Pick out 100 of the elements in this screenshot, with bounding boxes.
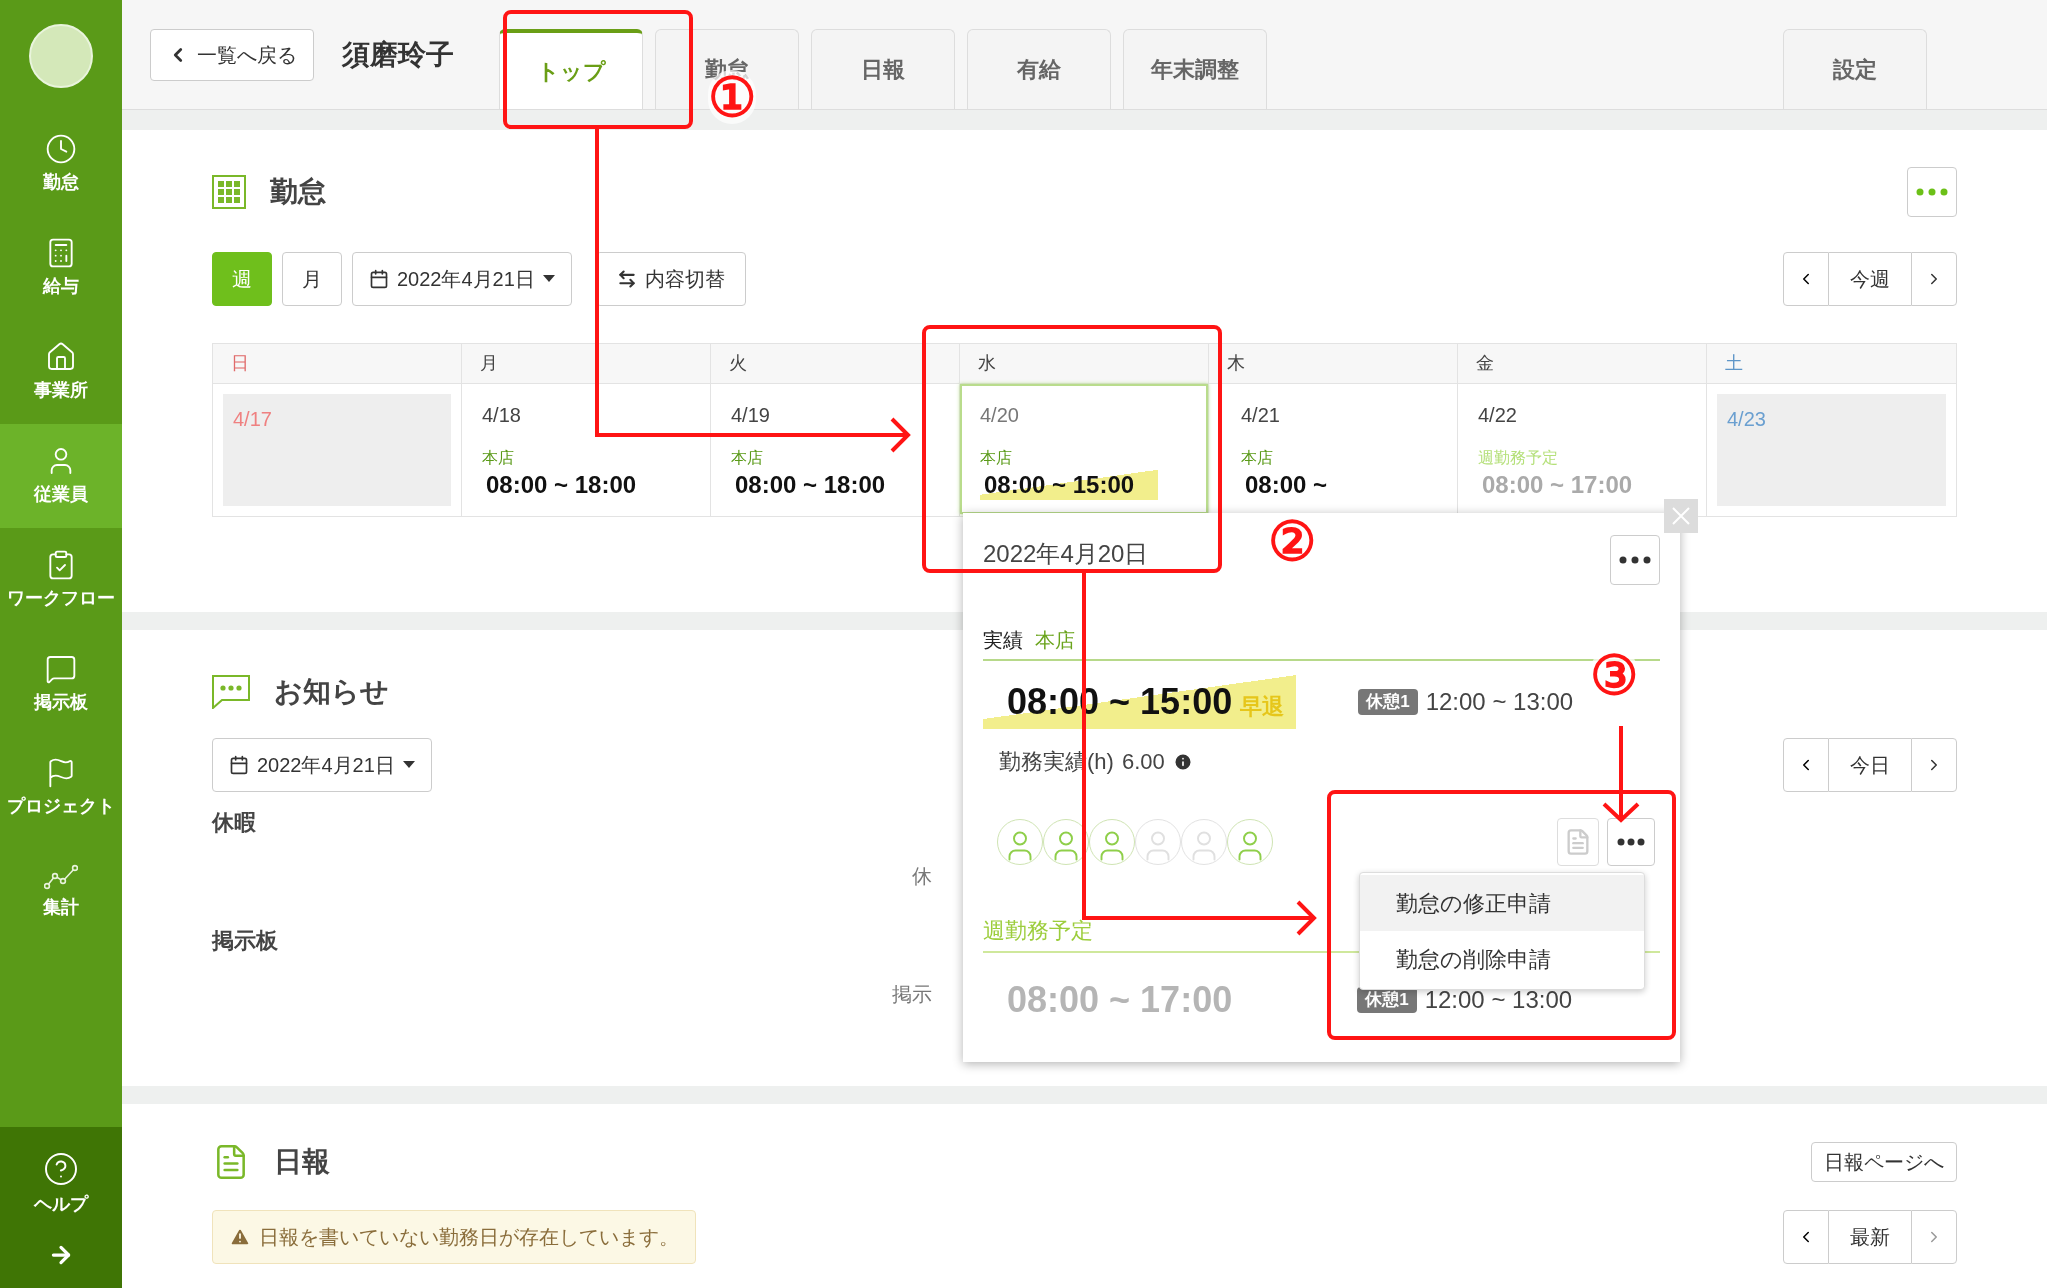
day-card[interactable]: 4/22 週勤務予定 08:00 ~ 17:00 (1458, 384, 1706, 514)
notice-heading: 掲示板 (212, 927, 279, 955)
day-date: 4/21 (1241, 403, 1280, 428)
work-time: 08:00 ~ (1244, 470, 1329, 500)
today-button[interactable]: 最新 (1829, 1210, 1911, 1264)
previous-button[interactable] (1783, 738, 1829, 792)
chat-bubble-icon (212, 675, 250, 709)
more-button[interactable] (1610, 535, 1660, 585)
settings-tab[interactable]: 設定 (1783, 29, 1927, 109)
workplace-label: 本店 (980, 448, 1012, 468)
document-button[interactable] (1557, 818, 1599, 866)
popup-date: 2022年4月20日 (983, 539, 1149, 569)
sidebar-item[interactable]: プロジェクト (0, 736, 122, 840)
next-button[interactable] (1911, 1210, 1957, 1264)
date-picker[interactable]: 2022年4月21日 (212, 738, 432, 792)
schedule-label: 週勤務予定 (983, 918, 1093, 943)
today-button[interactable]: 今日 (1829, 738, 1911, 792)
tab[interactable]: 日報 (811, 29, 955, 109)
back-button[interactable]: 一覧へ戻る (150, 29, 314, 81)
day-date: 4/18 (482, 403, 521, 428)
menu-item[interactable]: 勤怠の修正申請 (1360, 875, 1644, 931)
day-date: 4/22 (1478, 403, 1517, 428)
notice-heading: 休暇 (212, 809, 257, 837)
work-time: 08:00 ~ 15:00 (980, 470, 1159, 500)
staff-avatar[interactable] (1089, 819, 1135, 865)
break-badge: 休憩1 (1358, 689, 1418, 715)
workplace-label: 本店 (1035, 628, 1075, 653)
section-title: 日報 (274, 1145, 330, 1179)
day-date: 4/23 (1727, 408, 1766, 430)
weekday-label: 木 (1227, 352, 1245, 375)
record-label: 実績 (983, 628, 1023, 653)
weekday-label: 土 (1725, 352, 1743, 375)
more-button[interactable] (1607, 818, 1655, 866)
tab[interactable]: 有給 (967, 29, 1111, 109)
line-chart-icon (44, 863, 78, 890)
work-time: 08:00 ~ 17:00 (1481, 470, 1634, 500)
date-picker[interactable]: 2022年4月21日 (352, 252, 572, 306)
calendar-icon (369, 269, 389, 289)
section-title: お知らせ (274, 675, 389, 709)
sidebar-item[interactable]: 集計 (0, 840, 122, 944)
more-icon (1916, 188, 1948, 196)
section-title: 勤怠 (270, 175, 326, 209)
caret-icon (542, 275, 555, 283)
day-date: 4/17 (233, 408, 272, 430)
day-date: 4/20 (980, 403, 1019, 428)
notice-text: 休 (912, 864, 932, 889)
sidebar-item[interactable]: ワークフロー (0, 528, 122, 632)
weekday-label: 火 (729, 352, 747, 375)
warning-icon (229, 1226, 251, 1248)
staff-avatar[interactable] (1043, 819, 1089, 865)
scheduled-time: 08:00 ~ 17:00 (1006, 978, 1233, 1022)
day-date: 4/19 (731, 403, 770, 428)
workplace-label: 本店 (731, 448, 763, 468)
sidebar-item[interactable]: 勤怠 (0, 112, 122, 216)
help-link[interactable]: ヘルプ (34, 1151, 88, 1218)
tab[interactable]: 年末調整 (1123, 29, 1267, 109)
sidebar-item[interactable]: 事業所 (0, 320, 122, 424)
view-toggle[interactable]: 月 (282, 252, 342, 306)
work-time: 08:00 ~ 18:00 (485, 470, 638, 500)
workplace-label: 本店 (1241, 448, 1273, 468)
staff-avatar[interactable] (1227, 819, 1273, 865)
swap-icon (616, 269, 637, 289)
next-button[interactable] (1911, 252, 1957, 306)
warning-text: 日報を書いていない勤務日が存在しています。 (259, 1225, 679, 1250)
early-leave-label: 早退 (1240, 693, 1285, 721)
today-button[interactable]: 今週 (1829, 252, 1911, 306)
staff-avatar[interactable] (997, 819, 1043, 865)
weekday-label: 水 (978, 352, 996, 375)
close-button[interactable] (1664, 499, 1698, 533)
next-button[interactable] (1911, 738, 1957, 792)
sidebar-item[interactable]: 掲示板 (0, 632, 122, 736)
work-hours-value: 6.00 (1121, 748, 1165, 776)
weekday-label: 月 (480, 352, 498, 375)
clock-icon (45, 132, 77, 165)
menu-item[interactable]: 勤怠の削除申請 (1360, 931, 1644, 987)
previous-button[interactable] (1783, 1210, 1829, 1264)
sidebar-item[interactable]: 給与 (0, 216, 122, 320)
daily-page-button[interactable]: 日報ページへ (1811, 1142, 1957, 1182)
help-icon (43, 1151, 79, 1187)
day-card[interactable]: 4/21 本店 08:00 ~ (1209, 384, 1457, 514)
close-icon (1672, 507, 1690, 525)
previous-button[interactable] (1783, 252, 1829, 306)
weekday-label: 金 (1476, 352, 1494, 375)
break-time: 12:00 ~ 13:00 (1425, 687, 1574, 717)
avatar-icon[interactable] (29, 24, 93, 88)
weekday-label: 日 (231, 352, 249, 375)
info-icon (1172, 751, 1193, 772)
grid-icon (212, 175, 246, 209)
home-icon (45, 340, 77, 373)
caret-icon (402, 761, 415, 769)
break-time: 12:00 ~ 13:00 (1424, 985, 1573, 1015)
work-time: 08:00 ~ 18:00 (734, 470, 887, 500)
tab[interactable]: トップ (499, 29, 643, 109)
day-card[interactable]: 4/19 本店 08:00 ~ 18:00 (711, 384, 959, 514)
day-card[interactable]: 4/18 本店 08:00 ~ 18:00 (462, 384, 710, 514)
more-icon (1617, 838, 1645, 846)
employee-name: 須磨玲子 (342, 38, 454, 72)
workplace-label: 週勤務予定 (1478, 448, 1558, 468)
more-icon (1619, 556, 1651, 564)
notice-text: 掲示 (892, 982, 932, 1007)
